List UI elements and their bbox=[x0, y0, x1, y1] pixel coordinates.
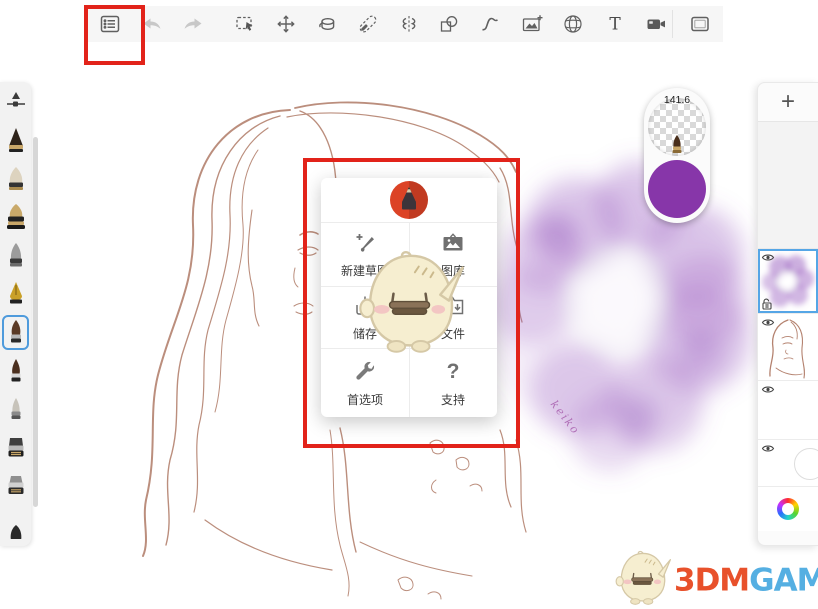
marker-brush-icon bbox=[6, 203, 25, 229]
brush-color-puck: 141.6 bbox=[644, 88, 710, 223]
transform-move-icon bbox=[277, 15, 295, 33]
layer-visibility-eye-icon[interactable] bbox=[761, 317, 775, 328]
brush-size-slider-icon bbox=[6, 92, 25, 107]
color-puck[interactable] bbox=[648, 160, 706, 218]
brush-panel bbox=[0, 82, 31, 546]
text-tool-button[interactable]: T bbox=[598, 8, 632, 40]
selected-brush-outline bbox=[2, 315, 29, 350]
layer-background[interactable] bbox=[758, 440, 818, 487]
brush-item-pen-nib[interactable] bbox=[0, 275, 31, 314]
sketchbook-logo bbox=[390, 181, 428, 219]
brush-item-partial[interactable] bbox=[0, 506, 31, 545]
undo-arrow-icon bbox=[143, 18, 161, 29]
fullscreen-icon bbox=[691, 16, 709, 32]
menu-icon bbox=[100, 15, 120, 33]
color-picker-button[interactable] bbox=[758, 487, 818, 531]
brush-panel-scrollbar[interactable] bbox=[33, 137, 38, 507]
shapes-tool-button[interactable] bbox=[432, 8, 466, 40]
svg-text:T: T bbox=[609, 15, 621, 35]
color-wheel-icon bbox=[777, 498, 799, 520]
layer-sketch[interactable] bbox=[758, 314, 818, 381]
soft-brush-icon bbox=[11, 398, 20, 420]
background-color-swatch[interactable] bbox=[794, 448, 818, 480]
watermark-brand-text: 3DMGAME™ bbox=[674, 548, 818, 609]
camera-icon bbox=[647, 19, 665, 29]
watercolor-heart bbox=[485, 160, 752, 472]
brush-item-paint2[interactable] bbox=[0, 352, 31, 391]
inking-brush-icon bbox=[8, 167, 23, 191]
paint-bucket-icon bbox=[319, 17, 335, 31]
brush-size-slider[interactable] bbox=[0, 82, 31, 121]
perspective-globe-icon bbox=[564, 15, 582, 33]
layer-visibility-eye-icon[interactable] bbox=[761, 443, 775, 454]
perspective-tool-button[interactable] bbox=[556, 8, 590, 40]
symmetry-icon bbox=[402, 16, 416, 32]
watermark-duck-mascot bbox=[359, 250, 464, 353]
brush-item-inking[interactable] bbox=[0, 159, 31, 198]
fill-tool-button[interactable] bbox=[310, 8, 344, 40]
flat-brush-icon bbox=[8, 437, 23, 457]
layer-visibility-eye-icon[interactable] bbox=[761, 384, 775, 395]
import-image-icon bbox=[522, 15, 543, 32]
brush-puck[interactable] bbox=[648, 98, 706, 156]
shapes-icon bbox=[440, 16, 458, 32]
redo-button[interactable] bbox=[176, 8, 210, 40]
menu-item-label: 首选项 bbox=[346, 392, 383, 407]
layers-panel: + bbox=[757, 82, 818, 546]
brush-item-paint-selected[interactable] bbox=[0, 313, 31, 352]
selection-tool-button[interactable] bbox=[228, 8, 262, 40]
chisel-brush-icon bbox=[9, 243, 22, 267]
flat-brush2-icon bbox=[8, 476, 23, 495]
stroke-curve-icon bbox=[482, 17, 498, 31]
brush-item-chisel[interactable] bbox=[0, 236, 31, 275]
symmetry-tool-button[interactable] bbox=[392, 8, 426, 40]
brush-item-soft[interactable] bbox=[0, 390, 31, 429]
brush-tip-icon bbox=[672, 135, 682, 153]
round-brush-icon bbox=[11, 358, 20, 382]
toolbar-divider bbox=[672, 10, 673, 38]
brush-item-flat1[interactable] bbox=[0, 429, 31, 468]
pencil-brush-icon bbox=[8, 127, 23, 152]
watermark-duck-small bbox=[615, 551, 672, 606]
layer-watercolor[interactable] bbox=[758, 249, 818, 314]
blend-tool-button[interactable] bbox=[351, 8, 385, 40]
selection-icon bbox=[236, 16, 253, 31]
brush-size-value: 141.6 bbox=[663, 94, 691, 106]
import-image-button[interactable] bbox=[515, 8, 549, 40]
text-tool-icon: T bbox=[609, 15, 621, 35]
layer-lock-icon[interactable] bbox=[761, 298, 773, 310]
brush-item-pencil[interactable] bbox=[0, 121, 31, 160]
transform-tool-button[interactable] bbox=[269, 8, 303, 40]
pen-nib-icon bbox=[9, 281, 22, 304]
redo-arrow-icon bbox=[184, 18, 202, 29]
layer-empty[interactable] bbox=[758, 381, 818, 440]
blend-marker-icon bbox=[359, 15, 377, 33]
add-layer-button[interactable]: + bbox=[758, 83, 818, 122]
popup-header bbox=[321, 178, 497, 223]
menu-button[interactable] bbox=[93, 8, 127, 40]
fullscreen-button[interactable] bbox=[683, 8, 717, 40]
brand-game: GAME bbox=[749, 562, 818, 599]
brand-3dm: 3DM bbox=[674, 562, 750, 599]
partial-brush-icon bbox=[10, 524, 21, 539]
layer-visibility-eye-icon[interactable] bbox=[761, 252, 775, 263]
watermark-3dmgame: 3DMGAME™ bbox=[612, 548, 818, 609]
stroke-tool-button[interactable] bbox=[473, 8, 507, 40]
layers-empty-area bbox=[758, 122, 818, 249]
undo-button[interactable] bbox=[135, 8, 169, 40]
menu-item-label: 支持 bbox=[440, 392, 465, 407]
support-icon: ? bbox=[446, 359, 460, 383]
preferences-wrench-icon bbox=[356, 361, 375, 380]
top-toolbar: T bbox=[85, 6, 723, 42]
time-lapse-button[interactable] bbox=[639, 8, 673, 40]
brush-item-marker[interactable] bbox=[0, 198, 31, 237]
brush-item-flat2[interactable] bbox=[0, 467, 31, 506]
